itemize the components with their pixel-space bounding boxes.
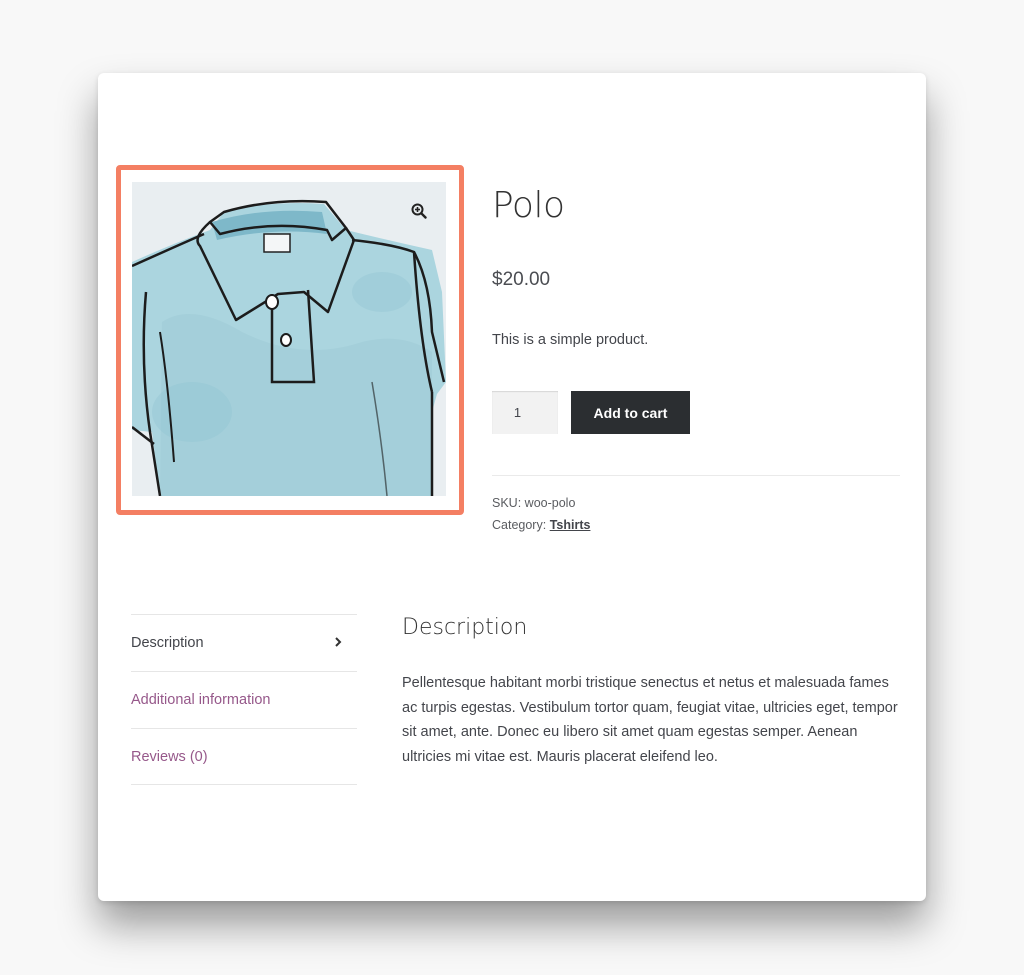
chevron-right-icon bbox=[333, 636, 343, 651]
zoom-in-icon[interactable] bbox=[404, 196, 434, 226]
sku-label: SKU: bbox=[492, 496, 522, 510]
tab-reviews[interactable]: Reviews (0) bbox=[131, 728, 357, 785]
product-image[interactable] bbox=[132, 182, 446, 496]
product-short-description: This is a simple product. bbox=[492, 332, 649, 348]
category-line: Category: Tshirts bbox=[492, 514, 590, 536]
divider bbox=[492, 475, 900, 476]
category-link[interactable]: Tshirts bbox=[550, 518, 591, 532]
product-card: Polo $20.00 This is a simple product. Ad… bbox=[98, 73, 926, 901]
sku-line: SKU: woo-polo bbox=[492, 492, 590, 514]
product-meta: SKU: woo-polo Category: Tshirts bbox=[492, 492, 590, 536]
tab-label: Additional information bbox=[131, 692, 271, 708]
tab-description[interactable]: Description bbox=[131, 614, 357, 671]
category-label: Category: bbox=[492, 518, 547, 532]
description-heading: Description bbox=[402, 615, 528, 640]
sku-value: woo-polo bbox=[524, 496, 576, 510]
product-tabs: Description Additional information Revie… bbox=[131, 614, 357, 785]
product-price: $20.00 bbox=[492, 269, 551, 290]
tab-additional-information[interactable]: Additional information bbox=[131, 671, 357, 728]
quantity-input[interactable] bbox=[492, 391, 558, 434]
polo-shirt-illustration bbox=[132, 199, 446, 496]
add-to-cart-button[interactable]: Add to cart bbox=[571, 391, 690, 434]
product-title: Polo bbox=[492, 185, 565, 226]
tab-label: Description bbox=[131, 635, 204, 651]
tab-label: Reviews (0) bbox=[131, 748, 208, 765]
description-body: Pellentesque habitant morbi tristique se… bbox=[402, 675, 898, 765]
